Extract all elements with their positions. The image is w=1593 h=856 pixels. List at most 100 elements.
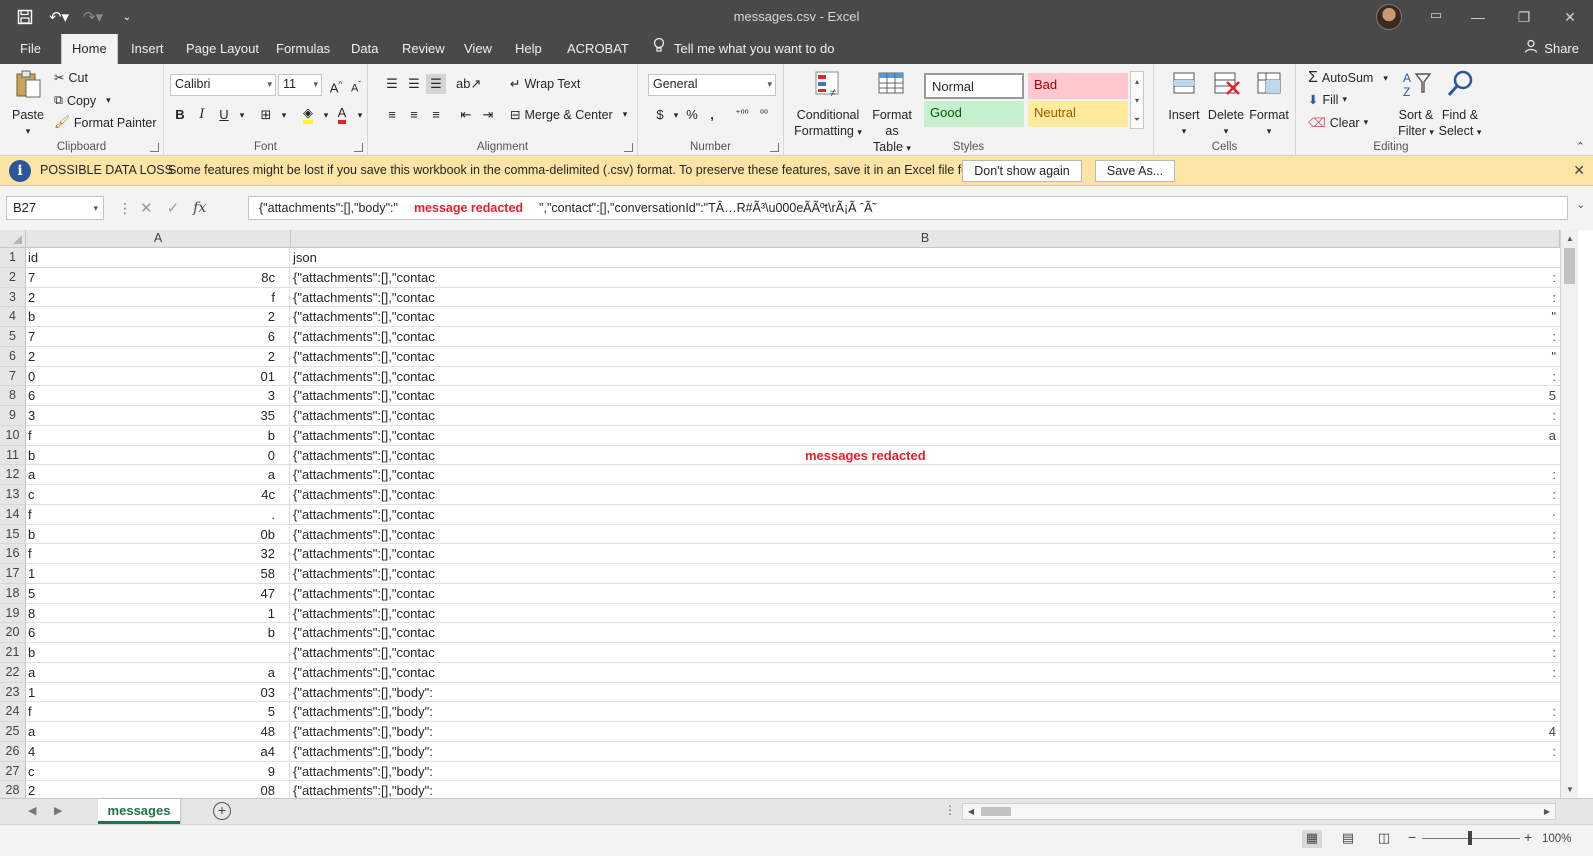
underline-dropdown-icon[interactable]: ▾ — [232, 105, 252, 125]
cell-a[interactable]: c 4c — [26, 485, 290, 504]
cell-b[interactable]: {"attachments":[],"contac a — [291, 426, 1560, 445]
tab-file[interactable]: File — [10, 34, 51, 64]
cell-a[interactable]: c9 — [26, 761, 290, 781]
underline-button[interactable]: U — [214, 105, 234, 125]
increase-font-icon[interactable]: A^ — [326, 75, 346, 95]
decrease-indent-icon[interactable]: ⇤ — [456, 105, 476, 125]
align-left-icon[interactable]: ≡ — [382, 105, 402, 125]
row-header[interactable]: 4 — [0, 307, 26, 327]
row-header[interactable]: 12 — [0, 465, 26, 485]
tab-help[interactable]: Help — [505, 34, 552, 64]
autosum-button[interactable]: Σ AutoSum ▾ — [1308, 69, 1388, 87]
tab-review[interactable]: Review — [392, 34, 455, 64]
close-window-icon[interactable]: ✕ — [1547, 0, 1593, 34]
comma-button[interactable]: , — [702, 105, 722, 125]
cell-a[interactable]: aa — [26, 465, 290, 484]
tab-formulas[interactable]: Formulas — [266, 34, 340, 64]
normal-view-icon[interactable]: ▦ — [1302, 830, 1322, 848]
row-header[interactable]: 24 — [0, 702, 26, 722]
format-painter-button[interactable]: 🖌 Format Painter — [54, 115, 157, 130]
cell-a[interactable]: 22 — [26, 346, 290, 366]
cell-b[interactable]: {"attachments":[],"body": — [291, 781, 1560, 798]
cell-a[interactable]: 5 47 — [26, 583, 290, 603]
dont-show-again-button[interactable]: Don't show again — [962, 160, 1082, 182]
cell-a[interactable]: 63 — [26, 386, 290, 405]
cell-b[interactable]: {"attachments":[],"body": — [291, 683, 1560, 702]
row-header[interactable]: 16 — [0, 544, 26, 564]
row-header[interactable]: 8 — [0, 386, 26, 406]
delete-cells-button[interactable]: Delete ▾ — [1206, 68, 1246, 139]
conditional-formatting-button[interactable]: ≠ Conditional Formatting ▾ — [792, 68, 864, 140]
merge-center-button[interactable]: ⊟ Merge & Center ▾ — [510, 107, 627, 123]
orientation-icon[interactable]: ab↗ — [456, 74, 481, 94]
cell-a[interactable]: aa — [26, 662, 290, 682]
cell-a[interactable]: 2 08 — [26, 781, 290, 798]
cell-a[interactable]: b 0b — [26, 524, 290, 544]
tab-data[interactable]: Data — [341, 34, 388, 64]
tab-view[interactable]: View — [454, 34, 502, 64]
tab-page-layout[interactable]: Page Layout — [176, 34, 269, 64]
column-header-a[interactable]: A — [26, 230, 291, 248]
cell-b[interactable]: {"attachments":[],"contac: — [291, 623, 1560, 642]
cell-a[interactable]: 2f — [26, 287, 290, 307]
cell-a[interactable]: b0 — [26, 445, 290, 465]
zoom-out-icon[interactable]: − — [1408, 829, 1416, 845]
sort-filter-button[interactable]: AZ Sort & Filter ▾ — [1396, 68, 1436, 140]
name-box[interactable]: B27 ▾ — [6, 196, 104, 220]
borders-icon[interactable]: ⊞ — [256, 105, 276, 125]
formula-bar-grip-icon[interactable]: ⋮ — [118, 200, 132, 217]
increase-indent-icon[interactable]: ⇥ — [478, 105, 498, 125]
clipboard-launcher-icon[interactable] — [150, 143, 159, 152]
cell-b[interactable]: json — [291, 248, 1560, 267]
cell-b[interactable]: {"attachments":[],"contac: — [291, 604, 1560, 623]
cell-a[interactable]: 7 8c — [26, 267, 290, 287]
cell-b[interactable]: {"attachments":[],"contac: — [291, 288, 1560, 307]
restore-icon[interactable]: ❐ — [1501, 0, 1547, 34]
tab-acrobat[interactable]: ACROBAT — [557, 34, 639, 64]
alignment-launcher-icon[interactable] — [624, 143, 633, 152]
vertical-scroll-thumb[interactable] — [1564, 248, 1575, 284]
select-all-corner[interactable] — [0, 230, 26, 248]
scroll-right-icon[interactable]: ▶ — [1539, 804, 1555, 819]
find-select-button[interactable]: Find & Select ▾ — [1438, 68, 1482, 140]
zoom-in-icon[interactable]: + — [1524, 829, 1532, 845]
cell-a[interactable]: f 32 — [26, 544, 290, 563]
cell-b[interactable]: {"attachments":[],"body":: — [291, 702, 1560, 721]
cell-a[interactable]: a 48 — [26, 722, 290, 741]
horizontal-scroll-thumb[interactable] — [981, 807, 1011, 816]
cell-b[interactable]: {"attachments":[],"contac 5 — [291, 386, 1560, 405]
row-header[interactable]: 18 — [0, 583, 26, 604]
style-neutral[interactable]: Neutral — [1028, 101, 1128, 127]
percent-button[interactable]: % — [682, 105, 702, 125]
row-header[interactable]: 21 — [0, 643, 26, 663]
tell-me-search[interactable]: Tell me what you want to do — [652, 34, 834, 64]
increase-decimal-icon[interactable]: ⁺⁰⁰ — [732, 105, 752, 125]
decrease-decimal-icon[interactable]: ⁰⁰ — [754, 105, 774, 125]
row-header[interactable]: 27 — [0, 761, 26, 782]
cell-b[interactable]: {"attachments":[],"contac: — [291, 268, 1560, 287]
user-avatar[interactable] — [1376, 4, 1402, 30]
cell-a[interactable]: 81 — [26, 603, 290, 623]
font-size-select[interactable]: 11 ▾ — [278, 74, 322, 96]
cell-b[interactable]: {"attachments":[],"contac: — [291, 327, 1560, 346]
cell-b[interactable]: {"attachments":[],"body": 4 — [291, 722, 1560, 741]
row-header[interactable]: 19 — [0, 603, 26, 624]
wrap-text-button[interactable]: ↵ Wrap Text — [510, 76, 580, 92]
row-header[interactable]: 10 — [0, 425, 26, 446]
number-format-select[interactable]: General ▾ — [648, 74, 776, 96]
cell-a[interactable]: f5 — [26, 702, 290, 721]
cell-b[interactable]: {"attachments":[],"contac: — [291, 584, 1560, 603]
format-cells-button[interactable]: Format ▾ — [1248, 68, 1290, 139]
row-header[interactable]: 3 — [0, 287, 26, 308]
cell-a[interactable]: 3 35 — [26, 406, 290, 425]
paste-button[interactable]: Paste ▾ — [8, 68, 48, 139]
font-name-select[interactable]: Calibri ▾ — [170, 74, 276, 96]
font-color-icon[interactable]: A — [332, 103, 352, 124]
align-right-icon[interactable]: ≡ — [426, 105, 446, 125]
cut-button[interactable]: ✂ Cut — [54, 70, 88, 86]
sheet-tab-messages[interactable]: messages — [98, 799, 180, 824]
column-header-b[interactable]: B — [291, 230, 1560, 248]
cell-b[interactable]: {"attachments":[],"contac: — [291, 525, 1560, 544]
cell-b[interactable]: {"attachments":[],"contac " — [291, 307, 1560, 326]
cell-a[interactable]: fb — [26, 425, 290, 445]
